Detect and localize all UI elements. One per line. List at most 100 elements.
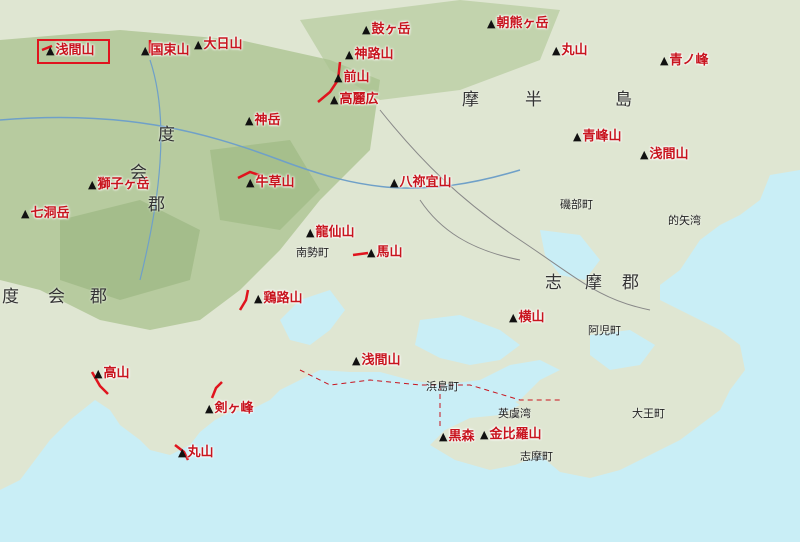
peak-label: 牛草山 <box>255 175 295 190</box>
peak-yokoyama[interactable]: ▲ 横山 <box>509 311 544 324</box>
peak-umayama[interactable]: ▲ 馬山 <box>367 246 402 259</box>
peak-triangle-icon: ▲ <box>178 446 187 459</box>
peak-ushikusa[interactable]: ▲ 牛草山 <box>246 176 294 189</box>
peak-triangle-icon: ▲ <box>352 354 361 367</box>
region-label: 半 <box>525 90 542 110</box>
peak-label: 神路山 <box>354 47 394 62</box>
peak-label: 八祢宜山 <box>399 175 452 190</box>
peak-kamiji[interactable]: ▲ 神路山 <box>345 48 393 61</box>
peak-label: 大日山 <box>203 37 243 52</box>
peak-label: 朝熊ヶ岳 <box>496 16 549 31</box>
peak-triangle-icon: ▲ <box>254 292 263 305</box>
peak-kunitsuka[interactable]: ▲ 国束山 <box>141 44 189 57</box>
peak-label: 青ノ峰 <box>669 53 709 68</box>
peak-label: 黒森 <box>448 429 475 444</box>
town-label: 阿児町 <box>588 324 621 337</box>
peak-triangle-icon: ▲ <box>640 148 649 161</box>
peak-hachinegi[interactable]: ▲ 八祢宜山 <box>390 176 451 189</box>
peak-triangle-icon: ▲ <box>660 54 669 67</box>
peak-tsuzumigatake[interactable]: ▲ 鼓ヶ岳 <box>362 23 410 36</box>
peak-label: 青峰山 <box>582 129 622 144</box>
peak-label: 鶏路山 <box>263 291 303 306</box>
peak-label: 金比羅山 <box>489 427 542 442</box>
peak-triangle-icon: ▲ <box>88 178 97 191</box>
peak-maeyama[interactable]: ▲ 前山 <box>334 71 369 84</box>
peak-triangle-icon: ▲ <box>439 430 448 443</box>
town-label: 的矢湾 <box>668 214 701 227</box>
region-label: 郡 <box>622 273 639 293</box>
peak-nanahora[interactable]: ▲ 七洞岳 <box>21 207 69 220</box>
peak-aonomine[interactable]: ▲ 青ノ峰 <box>660 54 708 67</box>
peak-triangle-icon: ▲ <box>390 176 399 189</box>
peak-triangle-icon: ▲ <box>334 71 343 84</box>
peak-label: 横山 <box>518 310 545 325</box>
region-label: 摩 <box>462 90 479 110</box>
peak-triangle-icon: ▲ <box>46 44 55 57</box>
peak-label: 龍仙山 <box>315 225 355 240</box>
peak-triangle-icon: ▲ <box>21 207 30 220</box>
peak-asama-e[interactable]: ▲ 浅間山 <box>640 148 688 161</box>
peak-koraibiro[interactable]: ▲ 高麗広 <box>330 93 378 106</box>
peak-label: 馬山 <box>376 245 403 260</box>
topographic-map[interactable]: ▲ 浅間山 ▲ 国束山 ▲ 大日山 ▲ 鼓ヶ岳 ▲ 朝熊ヶ岳 ▲ 神路山 ▲ 前… <box>0 0 800 542</box>
peak-triangle-icon: ▲ <box>330 93 339 106</box>
peak-triangle-icon: ▲ <box>552 44 561 57</box>
peak-maruyama-s[interactable]: ▲ 丸山 <box>178 446 213 459</box>
peak-kuromori[interactable]: ▲ 黒森 <box>439 430 474 443</box>
peak-label: 神岳 <box>254 113 281 128</box>
town-label: 浜島町 <box>426 380 459 393</box>
peak-label: 浅間山 <box>55 43 95 58</box>
town-label: 志摩町 <box>520 450 553 463</box>
town-label: 南勢町 <box>296 246 329 259</box>
region-label: 志 <box>545 273 562 293</box>
peak-dainichi[interactable]: ▲ 大日山 <box>194 38 242 51</box>
peak-label: 七洞岳 <box>30 206 70 221</box>
peak-asamagatake[interactable]: ▲ 朝熊ヶ岳 <box>487 17 548 30</box>
peak-triangle-icon: ▲ <box>509 311 518 324</box>
peak-kamitake[interactable]: ▲ 神岳 <box>245 114 280 127</box>
peak-triangle-icon: ▲ <box>480 428 489 441</box>
region-label: 会 <box>48 287 65 307</box>
peak-triangle-icon: ▲ <box>362 23 371 36</box>
region-label: 会 <box>130 163 147 183</box>
peak-aominesan[interactable]: ▲ 青峰山 <box>573 130 621 143</box>
peak-asama-s[interactable]: ▲ 浅間山 <box>352 354 400 367</box>
town-label: 磯部町 <box>560 198 593 211</box>
peak-label: 高麗広 <box>339 92 379 107</box>
peak-triangle-icon: ▲ <box>205 402 214 415</box>
peak-label: 浅間山 <box>649 147 689 162</box>
region-label: 摩 <box>585 273 602 293</box>
peak-label: 高山 <box>103 366 130 381</box>
peak-label: 鼓ヶ岳 <box>371 22 411 37</box>
peak-triangle-icon: ▲ <box>141 44 150 57</box>
region-label: 度 <box>2 287 19 307</box>
peak-triangle-icon: ▲ <box>306 226 315 239</box>
peak-triangle-icon: ▲ <box>246 176 255 189</box>
peak-keiro[interactable]: ▲ 鶏路山 <box>254 292 302 305</box>
peak-konpira[interactable]: ▲ 金比羅山 <box>480 428 541 441</box>
region-label: 島 <box>615 90 632 110</box>
peak-triangle-icon: ▲ <box>367 246 376 259</box>
peak-label: 剣ヶ峰 <box>214 401 254 416</box>
peak-label: 浅間山 <box>361 353 401 368</box>
town-label: 英虞湾 <box>498 407 531 420</box>
peak-triangle-icon: ▲ <box>573 130 582 143</box>
peak-asama-nw[interactable]: ▲ 浅間山 <box>46 44 94 57</box>
peak-takayama[interactable]: ▲ 高山 <box>94 367 129 380</box>
region-label: 郡 <box>90 287 107 307</box>
peak-triangle-icon: ▲ <box>194 38 203 51</box>
peak-triangle-icon: ▲ <box>487 17 496 30</box>
town-label: 大王町 <box>632 407 665 420</box>
peak-maruyama-ne[interactable]: ▲ 丸山 <box>552 44 587 57</box>
peak-label: 前山 <box>343 70 370 85</box>
region-label: 度 <box>158 125 175 145</box>
peak-label: 国束山 <box>150 43 190 58</box>
region-label: 郡 <box>148 195 165 215</box>
peak-ryusen[interactable]: ▲ 龍仙山 <box>306 226 354 239</box>
map-background <box>0 0 800 542</box>
peak-triangle-icon: ▲ <box>245 114 254 127</box>
peak-label: 丸山 <box>187 445 214 460</box>
peak-triangle-icon: ▲ <box>345 48 354 61</box>
peak-label: 丸山 <box>561 43 588 58</box>
peak-tsurugigamine[interactable]: ▲ 剣ヶ峰 <box>205 402 253 415</box>
